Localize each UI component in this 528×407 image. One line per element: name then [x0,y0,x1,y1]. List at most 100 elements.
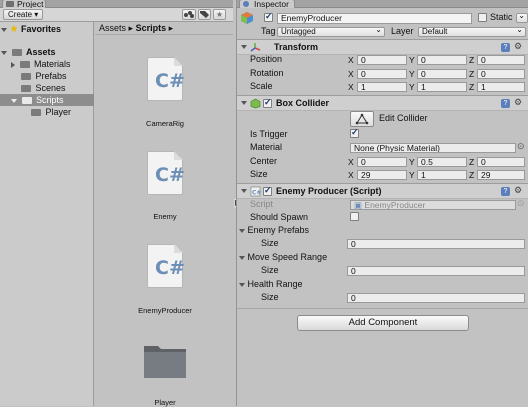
divider [237,308,528,309]
should-spawn-checkbox[interactable] [350,212,359,221]
folder-icon [31,109,41,117]
inspector-panel: Inspector EnemyProducer Static Tag Untag… [236,0,528,406]
scale-y-field[interactable]: 1 [417,82,467,92]
expand-arrow-icon [1,50,7,55]
folder-icon [144,346,186,378]
box-collider-icon [250,98,261,109]
tree-item-materials[interactable]: Materials [11,58,71,70]
folder-icon [11,49,22,57]
folder-icon [19,61,30,69]
collapse-arrow-icon [11,61,15,68]
script-field: ▣ EnemyProducer [350,200,516,210]
expand-arrow-icon [239,282,245,287]
tree-item-prefabs[interactable]: Prefabs [19,70,67,82]
breadcrumb: Assets ▸ Scripts ▸ [95,22,233,35]
size-x-field[interactable]: 29 [357,170,407,180]
label-icon [200,11,209,18]
enemy-producer-header[interactable]: C# Enemy Producer (Script) ? ⚙ [237,183,528,199]
transform-axes-icon [250,43,261,52]
expand-arrow-icon [241,189,247,193]
csharp-file-icon: C# [147,244,185,288]
csharp-file-icon: C# [147,151,185,195]
search-by-type-icon [184,11,194,18]
rotation-z-field[interactable]: 0 [477,69,525,79]
expand-arrow-icon [1,27,7,32]
is-trigger-checkbox[interactable] [350,127,359,138]
expand-arrow-icon [241,101,247,105]
asset-grid: Assets ▸ Scripts ▸ C# CameraRig C# Enemy… [95,22,233,407]
tree-item-player[interactable]: Player [29,106,71,118]
enemy-prefabs-foldout[interactable]: Enemy Prefabs [239,225,309,236]
move-speed-size-field[interactable]: 0 [347,266,525,276]
scale-x-field[interactable]: 1 [357,82,407,92]
enemy-prefabs-size-field[interactable]: 0 [347,239,525,249]
folder-tree: ★ Favorites Assets Materials Prefabs Sce… [0,22,94,406]
expand-arrow-icon [239,228,245,233]
object-picker-icon[interactable]: ⊙ [517,141,525,152]
gear-icon[interactable]: ⚙ [514,42,523,51]
health-range-foldout[interactable]: Health Range [239,279,303,290]
tree-item-scenes[interactable]: Scenes [19,82,66,94]
physic-material-field[interactable]: None (Physic Material) [350,143,516,153]
script-enabled-checkbox[interactable] [263,185,272,196]
static-checkbox[interactable] [478,13,487,22]
static-dropdown[interactable] [516,12,528,23]
size-y-field[interactable]: 1 [417,170,467,180]
expand-arrow-icon [241,45,247,49]
add-component-button[interactable]: Add Component [297,315,469,331]
layer-dropdown[interactable]: Default [418,26,526,37]
search-by-type-button[interactable] [182,9,196,20]
size-z-field[interactable]: 29 [477,170,525,180]
move-speed-range-foldout[interactable]: Move Speed Range [239,252,327,263]
gear-icon[interactable]: ⚙ [514,186,523,195]
box-collider-enabled-checkbox[interactable] [263,97,272,108]
edit-collider-button[interactable] [350,111,374,127]
tree-item-favorites[interactable]: ★ Favorites [1,23,61,35]
script-icon: ▣ [354,200,363,210]
box-collider-header[interactable]: Box Collider ? ⚙ [237,95,528,111]
project-panel: Project Create ▾ ★ ★ Favorites Assets Ma… [0,0,233,407]
folder-icon [21,85,31,93]
folder-icon [21,97,32,105]
create-button[interactable]: Create ▾ [3,9,44,20]
tab-project[interactable]: Project [2,0,46,8]
center-z-field[interactable]: 0 [477,157,525,167]
breadcrumb-assets[interactable]: Assets [99,23,126,33]
edit-collider-icon [355,113,369,125]
position-x-field[interactable]: 0 [357,55,407,65]
search-by-label-button[interactable] [198,9,211,20]
project-toolbar: Create ▾ ★ [0,8,233,22]
rotation-y-field[interactable]: 0 [417,69,467,79]
help-icon[interactable]: ? [501,99,510,108]
star-icon: ★ [9,24,19,35]
expand-arrow-icon [11,98,17,103]
scale-z-field[interactable]: 1 [477,82,525,92]
tab-inspector[interactable]: Inspector [239,0,295,8]
csharp-file-icon: C# [147,57,185,101]
active-checkbox[interactable] [264,11,273,22]
gameobject-cube-icon [241,12,253,24]
object-picker-icon: ⊙ [517,198,525,208]
info-icon [243,1,249,7]
health-range-size-field[interactable]: 0 [347,293,525,303]
folder-icon [21,73,31,81]
center-x-field[interactable]: 0 [357,157,407,167]
tag-dropdown[interactable]: Untagged [277,26,385,37]
svg-text:C#: C# [252,190,261,197]
tree-item-assets[interactable]: Assets [1,46,56,58]
help-icon[interactable]: ? [501,187,510,196]
center-y-field[interactable]: 0.5 [417,157,467,167]
favorite-button[interactable]: ★ [213,9,226,20]
breadcrumb-scripts[interactable]: Scripts [136,23,167,33]
position-y-field[interactable]: 0 [417,55,467,65]
transform-header[interactable]: Transform ? ⚙ [237,39,528,55]
folder-icon [6,1,14,7]
rotation-x-field[interactable]: 0 [357,69,407,79]
gear-icon[interactable]: ⚙ [514,98,523,107]
help-icon[interactable]: ? [501,43,510,52]
object-name-field[interactable]: EnemyProducer [277,13,472,24]
tree-item-scripts[interactable]: Scripts [0,94,94,106]
star-icon: ★ [215,10,224,19]
position-z-field[interactable]: 0 [477,55,525,65]
project-tabbar: Project [0,0,233,8]
